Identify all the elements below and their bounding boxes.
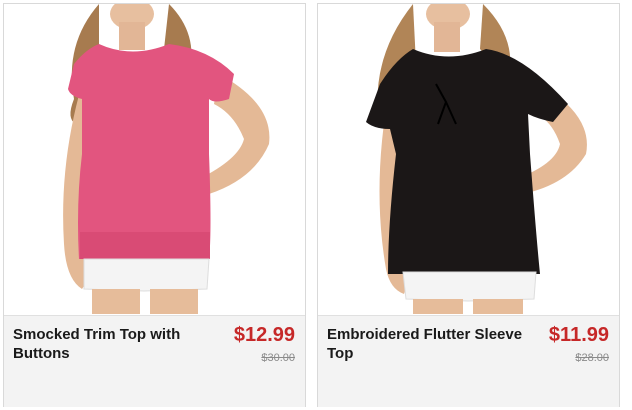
pink-smocked-top-photo-icon: [63, 4, 270, 314]
product-price: $12.99: [233, 324, 295, 346]
product-card[interactable]: Smocked Trim Top with Buttons $12.99 $30…: [3, 3, 306, 407]
product-image[interactable]: [318, 4, 619, 314]
product-title[interactable]: Embroidered Flutter Sleeve Top: [327, 325, 527, 363]
original-price: $30.00: [261, 352, 295, 364]
product-info: Smocked Trim Top with Buttons $12.99 $30…: [4, 315, 305, 407]
original-price: $28.00: [575, 352, 609, 364]
black-flutter-top-photo-icon: [366, 4, 587, 314]
product-image[interactable]: [4, 4, 305, 314]
product-title[interactable]: Smocked Trim Top with Buttons: [13, 325, 213, 363]
product-price: $11.99: [548, 324, 609, 346]
product-info: Embroidered Flutter Sleeve Top $11.99 $2…: [318, 315, 619, 407]
product-card[interactable]: Embroidered Flutter Sleeve Top $11.99 $2…: [317, 3, 620, 407]
